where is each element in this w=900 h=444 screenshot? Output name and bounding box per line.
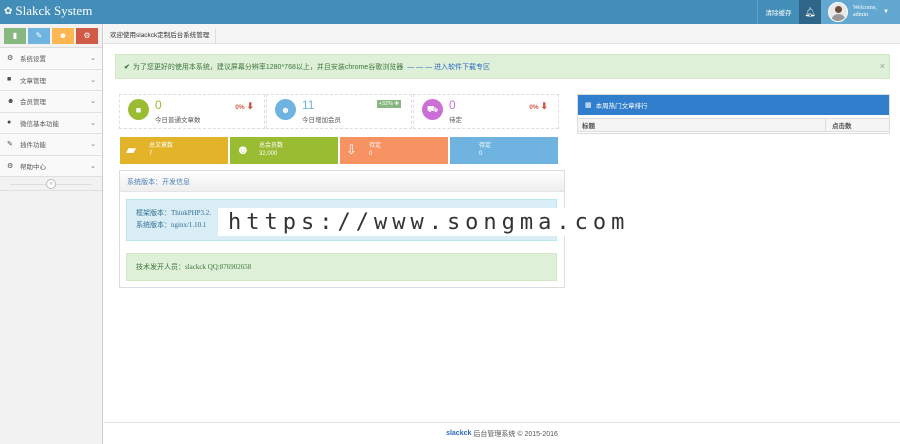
stat-members-today: ☻ 11 今日增加会员 +32% ✚ (266, 94, 412, 129)
sidebar-item-label: 文章管理 (20, 77, 46, 85)
stat-articles-today: ■ 0 今日普通文章数 0% ⬇ (119, 94, 265, 129)
tile-total-articles[interactable]: ▰ 总文章数 7 (120, 137, 228, 164)
caret-down-icon: ▼ (883, 9, 889, 15)
percent-text: 0% (529, 104, 539, 111)
alert-text: 为了您更好的使用本系统，建议屏幕分辨率1280*768以上，并且安装chrome… (132, 63, 404, 71)
stat-pending: ⛟ 0 待定 0% ⬇ (413, 94, 559, 129)
column-clicks[interactable]: 点击数 (826, 120, 852, 130)
hot-articles-table-header: 标题 点击数 (578, 118, 889, 132)
sidebar-item-label: 插件功能 (20, 142, 46, 150)
tile-value: 0 (479, 151, 483, 157)
table-icon: ▦ (585, 102, 592, 109)
footer-brand[interactable]: slackck (446, 430, 471, 437)
gear-icon: ⚙ (7, 55, 14, 63)
close-icon[interactable]: × (880, 61, 885, 71)
stat-label: 待定 (449, 117, 462, 124)
download-icon: ⇩ (346, 142, 357, 157)
folder-icon: ■ (128, 99, 149, 120)
stat-percent: 0% ⬇ (235, 101, 254, 112)
stat-label: 今日普通文章数 (155, 117, 201, 124)
bell-icon[interactable]: 🔔︎ (799, 0, 821, 24)
group-icon: ☻ (236, 142, 250, 157)
column-title[interactable]: 标题 (578, 119, 826, 131)
app-title: Slakck System (15, 3, 93, 18)
cart-icon: ⛟ (422, 99, 443, 120)
stat-value: 0 (449, 98, 456, 112)
sidebar-item-label: 微信基本功能 (20, 120, 59, 128)
info-panel-title: 系统版本：开发信息 (120, 171, 564, 192)
welcome-text: Welcome, admin (853, 5, 877, 19)
hot-articles-panel: ▦ 本周热门文章排行 标题 点击数 (577, 94, 890, 134)
stat-value: 11 (302, 98, 315, 112)
sidebar-collapse[interactable]: « (0, 177, 102, 191)
arrow-down-icon: ⬇ (540, 101, 548, 111)
chevron-down-icon: ⌄ (90, 98, 96, 106)
chevron-down-icon: ⌄ (90, 55, 96, 63)
double-chevron-left-icon[interactable]: « (46, 178, 56, 189)
chart-icon[interactable]: ▮ (4, 27, 26, 44)
cogs-icon[interactable]: ⚙ (76, 27, 98, 44)
sidebar-item-help[interactable]: ⚙ 帮助中心 ⌄ (0, 155, 102, 177)
tile-value: 32,000 (259, 151, 278, 157)
breadcrumb: 欢迎使用slackck定制后台系统管理 (104, 24, 900, 44)
chevron-down-icon: ⌄ (90, 119, 96, 127)
tile-title: 总会员数 (259, 143, 284, 149)
hot-articles-title: 本周热门文章排行 (595, 103, 648, 110)
sidebar-item-members[interactable]: ☻ 会员管理 ⌄ (0, 91, 102, 113)
percent-text: 0% (235, 104, 245, 111)
arrow-down-icon: ⬇ (246, 101, 254, 111)
sidebar-item-label: 帮助中心 (20, 163, 46, 171)
pencil-icon[interactable]: ✎ (28, 27, 50, 44)
sidebar-item-label: 会员管理 (20, 99, 46, 107)
growth-badge: +32% ✚ (376, 100, 401, 108)
tile-pending-2[interactable]: 待定 0 (450, 137, 558, 164)
breadcrumb-text[interactable]: 欢迎使用slackck定制后台系统管理 (110, 29, 217, 44)
resolution-alert: ✔ 为了您更好的使用本系统，建议屏幕分辨率1280*768以上，并且安装chro… (115, 54, 890, 79)
tile-title: 总文章数 (149, 143, 174, 149)
avatar (828, 2, 848, 22)
folder-icon: ■ (7, 76, 12, 84)
chevron-down-icon: ⌄ (90, 76, 96, 84)
tile-title: 待定 (479, 143, 492, 149)
sidebar-item-wechat[interactable]: ● 微信基本功能 ⌄ (0, 112, 102, 134)
sidebar-item-plugins[interactable]: ✎ 插件功能 ⌄ (0, 134, 102, 156)
hot-articles-header: ▦ 本周热门文章排行 (578, 95, 889, 115)
user-menu[interactable]: Welcome, admin ▼ (821, 0, 900, 24)
chevron-down-icon: ⌄ (90, 162, 96, 170)
sidebar: ▮ ✎ ☻ ⚙ ⚙ 系统设置 ⌄ ■ 文章管理 ⌄ ☻ 会员管理 ⌄ ● 微信基… (0, 24, 103, 444)
stat-label: 今日增加会员 (302, 117, 341, 124)
sidebar-item-label: 系统设置 (20, 56, 46, 64)
book-icon: ▰ (126, 142, 136, 157)
tile-total-members[interactable]: ☻ 总会员数 32,000 (230, 137, 338, 164)
user-icon: ☻ (275, 99, 296, 120)
shortcut-bar: ▮ ✎ ☻ ⚙ (0, 24, 102, 48)
download-link[interactable]: — — — 进入软件下载专区 (407, 62, 490, 72)
tile-title: 待定 (369, 143, 382, 149)
users-icon: ☻ (7, 97, 15, 105)
stat-percent: 0% ⬇ (529, 101, 548, 112)
developer-info-box: 技术发开人员：slackck QQ:876902658 (126, 253, 557, 281)
wechat-icon: ● (7, 119, 12, 127)
tile-value: 7 (149, 151, 153, 157)
chevron-down-icon: ⌄ (90, 141, 96, 149)
check-icon: ✔ (124, 63, 130, 71)
stat-value: 0 (155, 98, 162, 112)
username-label: admin (853, 12, 868, 18)
brand-logo[interactable]: ✿ Slakck System (4, 3, 92, 19)
sidebar-item-system-settings[interactable]: ⚙ 系统设置 ⌄ (0, 48, 102, 70)
tile-value: 0 (369, 151, 373, 157)
top-navbar: ✿ Slakck System 清除缓存 🔔︎ Welcome, admin ▼ (0, 0, 900, 24)
watermark: https://www.songma.com (218, 208, 638, 236)
leaf-icon: ✿ (4, 5, 13, 17)
footer-text: 后台管理系统 © 2015-2016 (473, 430, 558, 438)
users-icon[interactable]: ☻ (52, 27, 74, 44)
cogs-icon: ⚙ (7, 162, 14, 170)
footer: slackck 后台管理系统 © 2015-2016 (104, 422, 900, 444)
clear-cache-button[interactable]: 清除缓存 (757, 0, 799, 24)
wrench-icon: ✎ (7, 141, 13, 149)
welcome-label: Welcome, (853, 5, 878, 11)
tile-pending-1[interactable]: ⇩ 待定 0 (340, 137, 448, 164)
sidebar-item-articles[interactable]: ■ 文章管理 ⌄ (0, 69, 102, 91)
